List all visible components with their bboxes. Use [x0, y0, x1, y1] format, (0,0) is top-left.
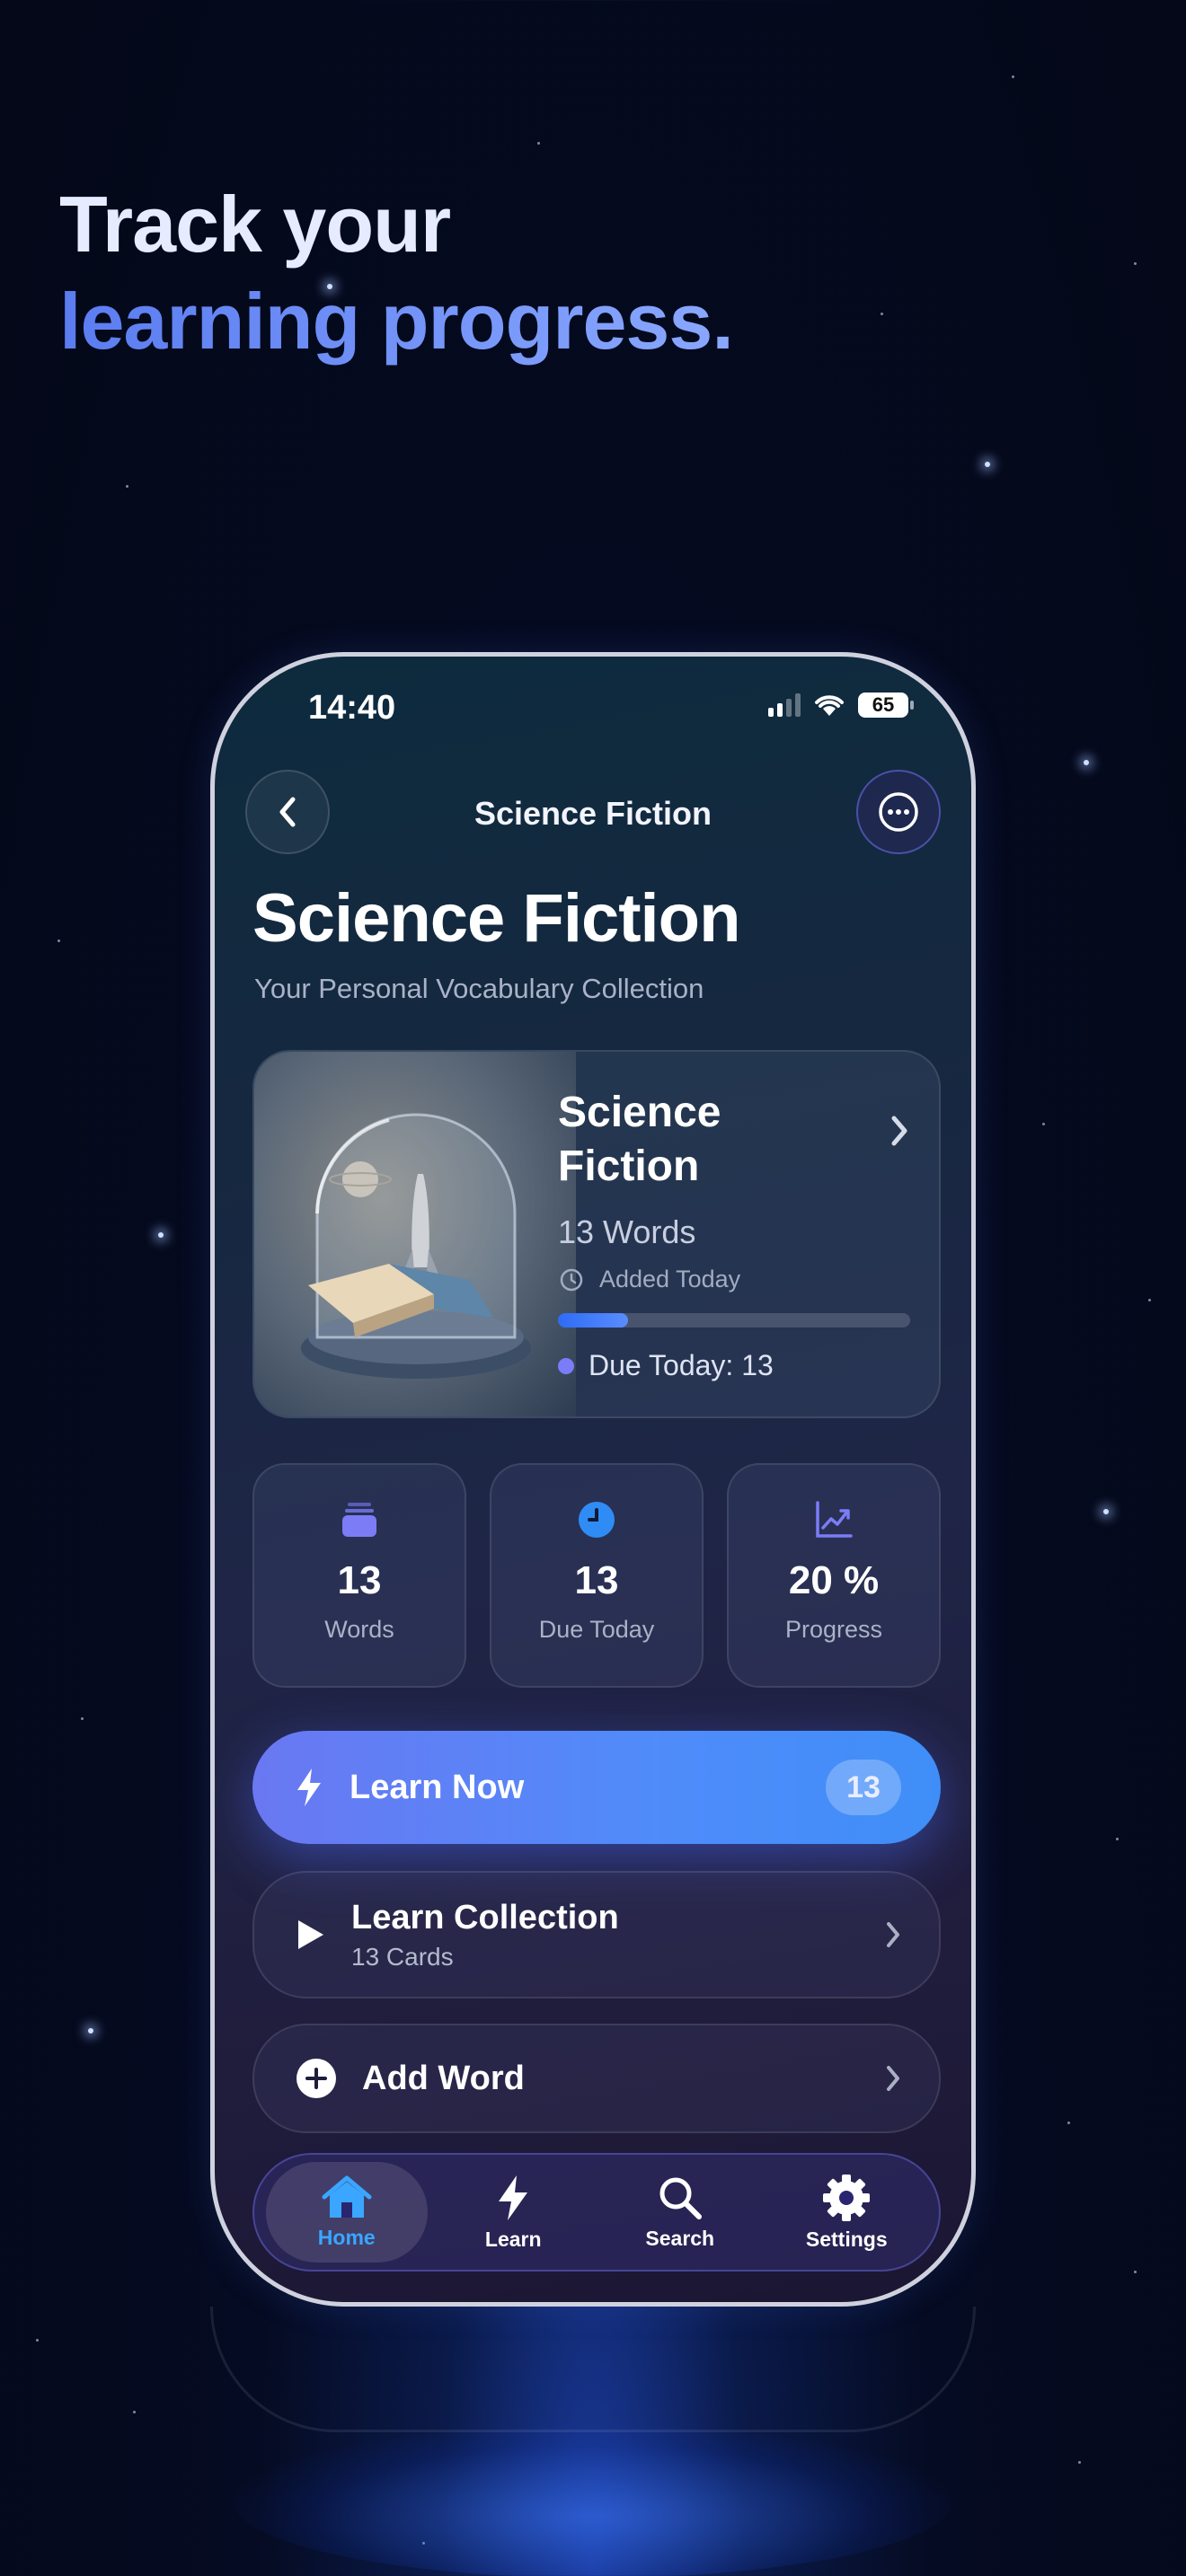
ellipsis-circle-icon	[879, 792, 918, 832]
learn-collection-text: Learn Collection 13 Cards	[351, 1899, 619, 1972]
learn-now-label: Learn Now	[350, 1768, 525, 1806]
chevron-right-icon	[887, 1922, 899, 1947]
page-title: Science Fiction	[252, 880, 740, 957]
more-button[interactable]	[856, 770, 941, 854]
plus-circle-icon	[296, 2059, 336, 2098]
add-word-title: Add Word	[362, 2059, 525, 2097]
stat-words-value: 13	[337, 1558, 382, 1602]
chevron-right-icon	[887, 2066, 899, 2091]
phone-reflection	[210, 2307, 976, 2432]
learn-collection-title: Learn Collection	[351, 1898, 619, 1936]
add-word-text: Add Word	[362, 2060, 525, 2098]
battery-icon: 65	[858, 693, 914, 718]
tab-settings[interactable]: Settings	[766, 2162, 927, 2263]
tab-home-label: Home	[317, 2225, 376, 2249]
learn-now-button[interactable]: Learn Now 13	[252, 1731, 941, 1844]
tab-search-label: Search	[645, 2226, 715, 2250]
status-bar: 14:40 65	[215, 657, 971, 755]
phone-frame: 14:40 65 Science Fiction Science Fiction…	[210, 652, 976, 2307]
collection-word-count: 13 Words	[558, 1213, 696, 1250]
learn-collection-subtitle: 13 Cards	[351, 1942, 454, 1971]
bolt-icon	[499, 2175, 528, 2220]
tab-search[interactable]: Search	[599, 2162, 761, 2263]
nav-bar: Science Fiction	[215, 770, 971, 856]
house-icon	[322, 2175, 372, 2218]
stat-due-today: 13 Due Today	[490, 1463, 704, 1688]
wifi-icon	[815, 695, 844, 716]
stat-due-label: Due Today	[538, 1616, 655, 1643]
stat-progress-value: 20 %	[788, 1558, 880, 1602]
play-icon	[298, 1920, 323, 1949]
stat-words: 13 Words	[252, 1463, 466, 1688]
learn-now-badge: 13	[826, 1760, 901, 1815]
collection-due-label: Due Today: 13	[589, 1349, 774, 1381]
stat-progress-label: Progress	[784, 1616, 883, 1643]
learn-collection-button[interactable]: Learn Collection 13 Cards	[252, 1871, 941, 1998]
status-time: 14:40	[308, 689, 396, 727]
stat-progress: 20 % Progress	[727, 1463, 941, 1688]
promo-headline: Track your learning progress.	[59, 176, 734, 370]
headline-line-1: Track your	[59, 180, 451, 269]
collection-cover-image	[254, 1052, 576, 1416]
gear-icon	[823, 2174, 871, 2221]
clock-icon	[579, 1502, 615, 1538]
tab-settings-label: Settings	[805, 2227, 888, 2251]
collection-card[interactable]: Science Fiction 13 Words Added Today Due…	[252, 1050, 941, 1418]
collection-added-label: Added Today	[599, 1266, 741, 1292]
stat-due-value: 13	[574, 1558, 619, 1602]
collection-progress-fill	[558, 1313, 629, 1328]
tab-home[interactable]: Home	[265, 2162, 428, 2263]
tab-bar: Home Learn Search Settings	[252, 2153, 941, 2272]
add-word-button[interactable]: Add Word	[252, 2024, 941, 2133]
signal-icon	[768, 693, 801, 717]
page-subtitle: Your Personal Vocabulary Collection	[254, 973, 704, 1004]
headline-line-2: learning progress.	[59, 273, 734, 370]
collection-name: Science Fiction	[558, 1089, 721, 1190]
stack-icon	[342, 1503, 376, 1537]
stats-row: 13 Words 13 Due Today 20 % Progress	[252, 1463, 941, 1688]
history-icon	[560, 1268, 583, 1291]
chart-icon	[816, 1501, 853, 1538]
bolt-icon	[297, 1769, 321, 1806]
collection-due: Due Today: 13	[558, 1349, 912, 1382]
collection-added: Added Today	[558, 1266, 912, 1293]
collection-progress-bar	[558, 1313, 910, 1328]
stat-words-label: Words	[324, 1616, 394, 1643]
magnifier-icon	[659, 2177, 702, 2219]
due-dot-icon	[558, 1357, 574, 1374]
chevron-right-icon	[891, 1116, 907, 1146]
floor-glow	[234, 2425, 952, 2576]
status-icons: 65	[768, 693, 914, 718]
tab-learn-label: Learn	[484, 2227, 542, 2251]
collection-info: Science Fiction 13 Words Added Today Due…	[558, 1086, 912, 1382]
tab-learn[interactable]: Learn	[432, 2162, 594, 2263]
